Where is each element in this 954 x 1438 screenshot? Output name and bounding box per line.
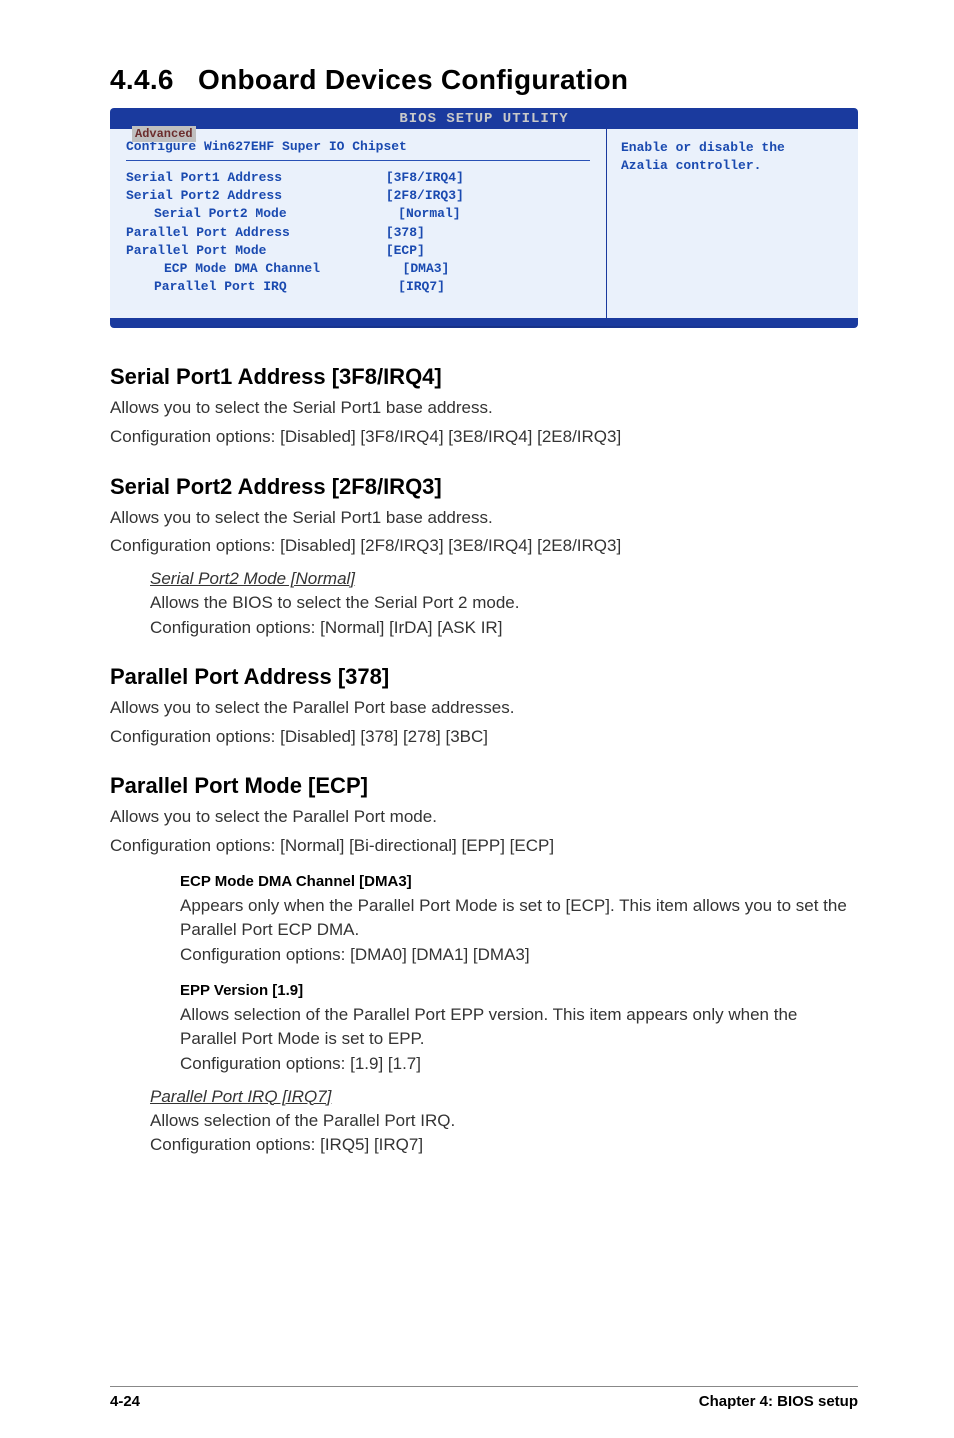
body-text: Allows selection of the Parallel Port IR… — [150, 1109, 858, 1134]
bios-row-label: Serial Port1 Address — [126, 169, 386, 187]
bios-row-value: [ECP] — [386, 242, 590, 260]
body-text: Configuration options: [Normal] [Bi-dire… — [110, 834, 858, 859]
bios-row-value: [2F8/IRQ3] — [386, 187, 590, 205]
bios-tab-advanced: Advanced — [132, 126, 196, 142]
bios-help-line2: Azalia controller. — [621, 157, 846, 175]
parallel-port-irq-heading: Parallel Port IRQ [IRQ7] — [150, 1087, 858, 1107]
ecp-dma-heading: ECP Mode DMA Channel [DMA3] — [180, 873, 858, 890]
body-text: Configuration options: [Disabled] [378] … — [110, 725, 858, 750]
bios-row-value: [378] — [386, 224, 590, 242]
bios-row: Parallel Port IRQ [IRQ7] — [126, 278, 590, 296]
bios-footer-shadow — [110, 318, 858, 328]
body-text: Allows you to select the Parallel Port m… — [110, 805, 858, 830]
bios-body: Configure Win627EHF Super IO Chipset Ser… — [110, 129, 858, 318]
bios-row: ECP Mode DMA Channel [DMA3] — [126, 260, 590, 278]
bios-screenshot: BIOS SETUP UTILITY Advanced Configure Wi… — [110, 108, 858, 328]
sub-block: Parallel Port IRQ [IRQ7] Allows selectio… — [110, 1087, 858, 1158]
epp-version-heading: EPP Version [1.9] — [180, 982, 858, 999]
bios-title: BIOS SETUP UTILITY — [110, 108, 858, 129]
footer-page-number: 4-24 — [110, 1393, 140, 1410]
serial-port1-heading: Serial Port1 Address [3F8/IRQ4] — [110, 364, 858, 390]
body-text: Appears only when the Parallel Port Mode… — [180, 894, 858, 943]
body-text: Configuration options: [DMA0] [DMA1] [DM… — [180, 943, 858, 968]
bios-row-label: Parallel Port IRQ — [154, 278, 398, 296]
bios-row-value: [IRQ7] — [398, 278, 590, 296]
bios-row: Parallel Port Address [378] — [126, 224, 590, 242]
bios-row: Serial Port1 Address [3F8/IRQ4] — [126, 169, 590, 187]
body-text: Configuration options: [1.9] [1.7] — [180, 1052, 858, 1077]
bios-right-panel: Enable or disable the Azalia controller. — [606, 129, 858, 318]
bios-row: Serial Port2 Mode [Normal] — [126, 205, 590, 223]
bios-help-line1: Enable or disable the — [621, 139, 846, 157]
page-footer: 4-24 Chapter 4: BIOS setup — [110, 1386, 858, 1410]
bios-row-label: Parallel Port Address — [126, 224, 386, 242]
bios-row-value: [3F8/IRQ4] — [386, 169, 590, 187]
body-text: Allows the BIOS to select the Serial Por… — [150, 591, 858, 616]
section-title: Onboard Devices Configuration — [198, 64, 628, 95]
body-text: Allows you to select the Parallel Port b… — [110, 696, 858, 721]
parallel-port-mode-heading: Parallel Port Mode [ECP] — [110, 773, 858, 799]
serial-port2-heading: Serial Port2 Address [2F8/IRQ3] — [110, 474, 858, 500]
page-root: 4.4.6 Onboard Devices Configuration BIOS… — [0, 0, 954, 1438]
bios-row-value: [Normal] — [398, 205, 590, 223]
bios-row-label: ECP Mode DMA Channel — [164, 260, 403, 278]
sub-block: Serial Port2 Mode [Normal] Allows the BI… — [110, 569, 858, 640]
body-text: Configuration options: [Normal] [IrDA] [… — [150, 616, 858, 641]
footer-chapter-label: Chapter 4: BIOS setup — [699, 1393, 858, 1410]
section-heading: 4.4.6 Onboard Devices Configuration — [110, 64, 858, 96]
sub-block: ECP Mode DMA Channel [DMA3] Appears only… — [110, 873, 858, 1077]
body-text: Allows you to select the Serial Port1 ba… — [110, 506, 858, 531]
body-text: Allows selection of the Parallel Port EP… — [180, 1003, 858, 1052]
bios-left-panel: Configure Win627EHF Super IO Chipset Ser… — [110, 129, 606, 318]
body-text: Configuration options: [Disabled] [3F8/I… — [110, 425, 858, 450]
bios-row-label: Parallel Port Mode — [126, 242, 386, 260]
serial-port2-mode-heading: Serial Port2 Mode [Normal] — [150, 569, 858, 589]
section-number: 4.4.6 — [110, 64, 174, 95]
bios-row-label: Serial Port2 Mode — [154, 205, 398, 223]
body-text: Configuration options: [IRQ5] [IRQ7] — [150, 1133, 858, 1158]
parallel-port-address-heading: Parallel Port Address [378] — [110, 664, 858, 690]
bios-row-label: Serial Port2 Address — [126, 187, 386, 205]
body-text: Configuration options: [Disabled] [2F8/I… — [110, 534, 858, 559]
bios-row-value: [DMA3] — [403, 260, 590, 278]
body-text: Allows you to select the Serial Port1 ba… — [110, 396, 858, 421]
bios-row: Parallel Port Mode [ECP] — [126, 242, 590, 260]
bios-left-header: Configure Win627EHF Super IO Chipset — [126, 139, 590, 161]
bios-row: Serial Port2 Address [2F8/IRQ3] — [126, 187, 590, 205]
